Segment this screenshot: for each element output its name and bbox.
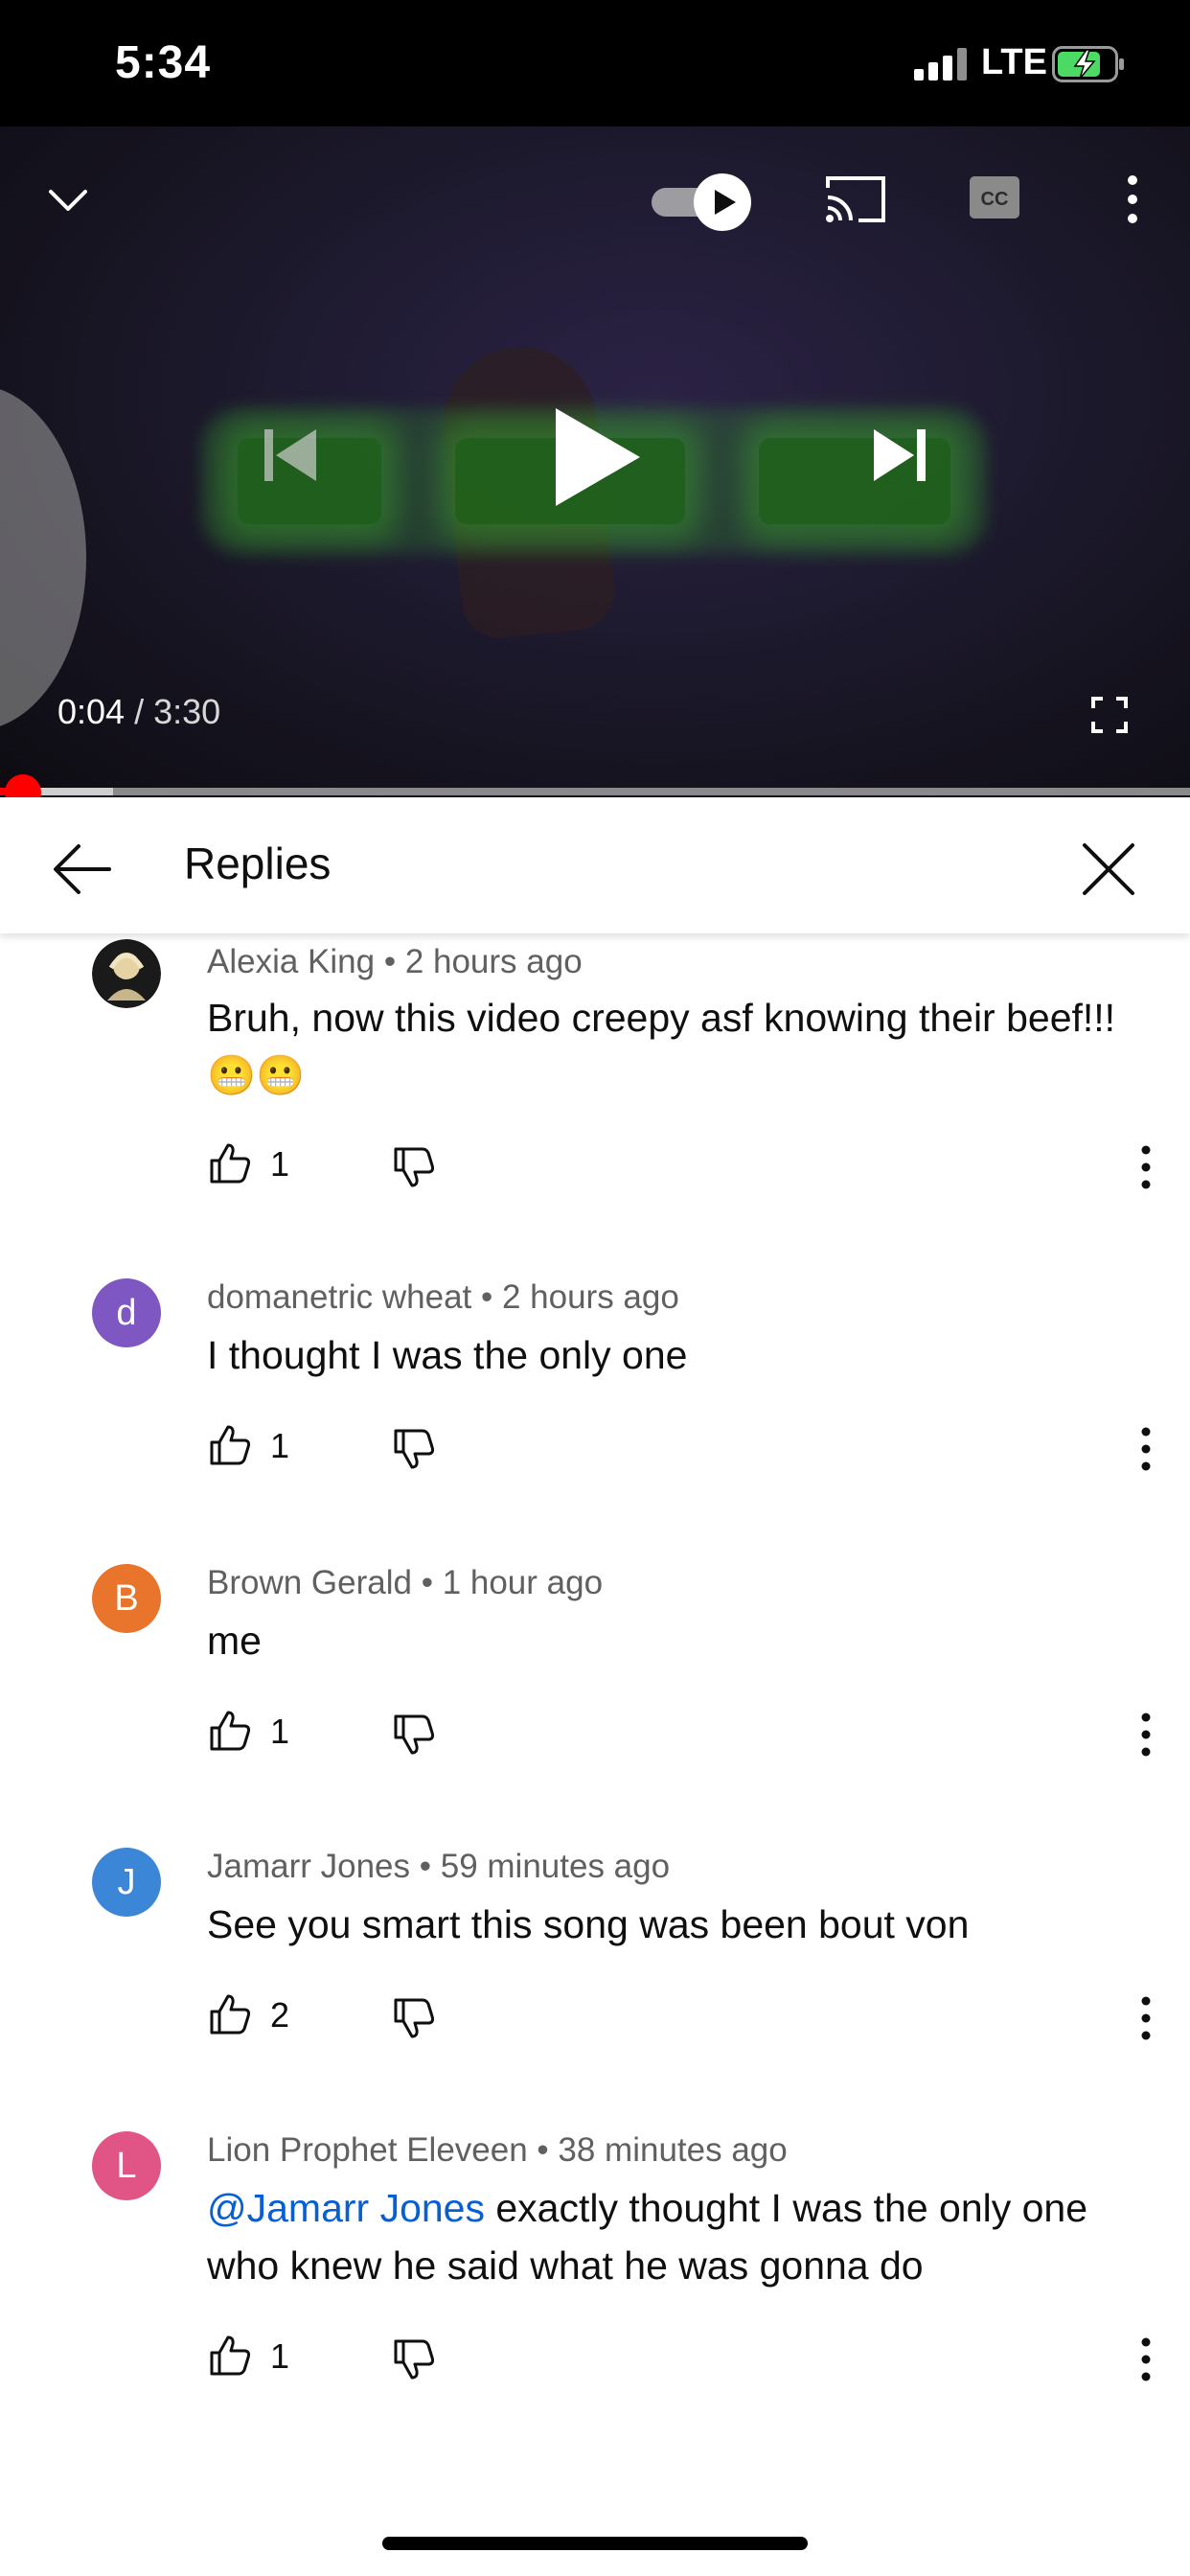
comment-author[interactable]: domanetric wheat xyxy=(207,1278,471,1316)
like-count: 1 xyxy=(270,1144,290,1184)
comment-meta: Jamarr Jones • 59 minutes ago xyxy=(207,1848,670,1886)
meta-separator: • xyxy=(411,1564,443,1601)
comment-author[interactable]: Lion Prophet Eleveen xyxy=(207,2131,528,2169)
thumbs-up-icon[interactable] xyxy=(207,1708,253,1754)
like-count: 1 xyxy=(270,2336,290,2376)
thumbs-down-icon[interactable] xyxy=(391,1995,437,2041)
avatar[interactable]: J xyxy=(92,1848,161,1917)
comment-time: 2 hours ago xyxy=(501,1278,679,1316)
comment-meta: Lion Prophet Eleveen • 38 minutes ago xyxy=(207,2131,788,2170)
comment-meta: Alexia King • 2 hours ago xyxy=(207,943,583,981)
captions-icon[interactable]: CC xyxy=(968,174,1021,220)
replies-header: Replies xyxy=(0,797,1190,933)
network-type: LTE xyxy=(981,42,1047,82)
more-vertical-icon[interactable] xyxy=(1127,1140,1165,1194)
close-icon[interactable] xyxy=(1065,826,1152,912)
fullscreen-icon[interactable] xyxy=(1090,696,1129,734)
more-vertical-icon[interactable] xyxy=(1127,1991,1165,2045)
next-icon[interactable] xyxy=(870,426,929,485)
thumbs-up-icon[interactable] xyxy=(207,1140,253,1186)
playback-time: 0:04 / 3:30 xyxy=(57,692,220,732)
meta-separator: • xyxy=(375,943,405,980)
avatar[interactable]: d xyxy=(92,1278,161,1347)
cast-icon[interactable] xyxy=(824,172,887,226)
svg-text:CC: CC xyxy=(981,189,1009,210)
autoplay-toggle-icon[interactable] xyxy=(648,169,755,232)
comment-time: 2 hours ago xyxy=(404,943,583,980)
meta-separator: • xyxy=(471,1278,502,1316)
comment-author[interactable]: Alexia King xyxy=(207,943,375,980)
thumbs-down-icon[interactable] xyxy=(391,1144,437,1190)
like-count: 1 xyxy=(270,1712,290,1751)
replies-title: Replies xyxy=(184,839,332,888)
comment-text: See you smart this song was been bout vo… xyxy=(207,1902,970,1946)
play-icon[interactable] xyxy=(548,404,644,510)
time-separator: / xyxy=(125,692,154,731)
thumbs-up-icon[interactable] xyxy=(207,1422,253,1468)
like-count: 1 xyxy=(270,1426,290,1465)
comment-meta: domanetric wheat • 2 hours ago xyxy=(207,1278,679,1317)
battery-charging-icon xyxy=(1052,46,1124,82)
duration: 3:30 xyxy=(153,692,221,731)
previous-icon xyxy=(264,429,316,481)
comment-time: 1 hour ago xyxy=(442,1564,604,1601)
progress-track[interactable] xyxy=(0,788,1190,795)
comment-text: me xyxy=(207,1619,262,1663)
comment-actions: 1 xyxy=(207,1140,1175,1198)
chevron-down-icon[interactable] xyxy=(44,176,92,224)
comment-actions: 1 xyxy=(207,1708,1175,1765)
comment-time: 38 minutes ago xyxy=(558,2131,788,2169)
status-bar: 5:34 LTE xyxy=(0,0,1190,126)
comment-meta: Brown Gerald • 1 hour ago xyxy=(207,1564,603,1602)
meta-separator: • xyxy=(527,2131,559,2169)
comment-text: Bruh, now this video creepy asf knowing … xyxy=(207,996,1116,1097)
comment-time: 59 minutes ago xyxy=(440,1848,671,1885)
meta-separator: • xyxy=(410,1848,441,1885)
comment-author[interactable]: Jamarr Jones xyxy=(207,1848,410,1885)
current-time: 0:04 xyxy=(57,692,126,731)
comment-text: I thought I was the only one xyxy=(207,1333,688,1377)
comment-actions: 1 xyxy=(207,1422,1175,1480)
status-time: 5:34 xyxy=(115,37,212,88)
thumbs-down-icon[interactable] xyxy=(391,1712,437,1758)
mention-link[interactable]: @Jamarr Jones xyxy=(207,2186,485,2230)
comment-author[interactable]: Brown Gerald xyxy=(207,1564,412,1601)
video-player[interactable]: CC 0:04 / 3:30 xyxy=(0,126,1190,797)
more-vertical-icon[interactable] xyxy=(1127,1422,1165,1476)
back-arrow-icon[interactable] xyxy=(38,826,125,912)
more-vertical-icon[interactable] xyxy=(1113,172,1152,226)
more-vertical-icon[interactable] xyxy=(1127,1708,1165,1761)
avatar[interactable] xyxy=(92,939,161,1008)
thumbs-up-icon[interactable] xyxy=(207,1991,253,2037)
home-indicator[interactable] xyxy=(382,2537,808,2550)
comment-text: @Jamarr Jones exactly thought I was the … xyxy=(207,2186,1088,2288)
emoji-grimace: 😬😬 xyxy=(207,1053,306,1097)
thumbs-up-icon[interactable] xyxy=(207,2333,253,2379)
thumbs-down-icon[interactable] xyxy=(391,2336,437,2382)
like-count: 2 xyxy=(270,1995,290,2035)
comment-actions: 1 xyxy=(207,2333,1175,2390)
thumbs-down-icon[interactable] xyxy=(391,1426,437,1472)
avatar[interactable]: B xyxy=(92,1564,161,1633)
comment-actions: 2 xyxy=(207,1991,1175,2049)
avatar[interactable]: L xyxy=(92,2131,161,2200)
more-vertical-icon[interactable] xyxy=(1127,2333,1165,2386)
signal-bars-icon xyxy=(914,48,967,80)
